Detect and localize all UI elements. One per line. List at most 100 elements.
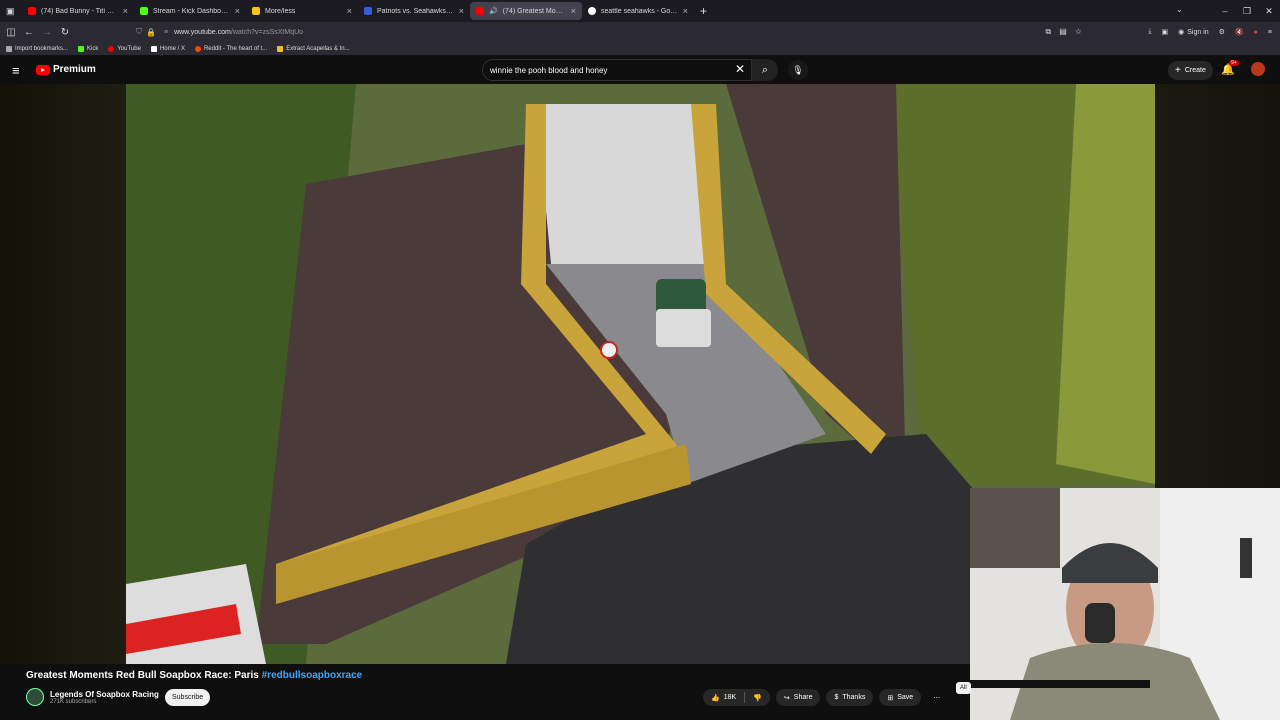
webcam-image: [970, 488, 1280, 720]
bookmark-item[interactable]: Kick: [78, 45, 98, 52]
menu-icon[interactable]: ≡: [1268, 29, 1272, 36]
more-actions-button[interactable]: ⋯: [927, 689, 946, 706]
browser-tab-strip: ▣ (74) Bad Bunny - Tití Me Pregu× Stream…: [0, 0, 1280, 22]
bookmark-icon: ⊞: [887, 694, 894, 702]
close-icon[interactable]: ×: [123, 6, 128, 16]
microphone-icon: 🎙: [792, 64, 804, 75]
close-icon[interactable]: ×: [683, 6, 688, 16]
browser-tab[interactable]: (74) Bad Bunny - Tití Me Pregu×: [22, 0, 134, 22]
thumbs-up-icon: 👍: [711, 694, 720, 702]
hashtag-link[interactable]: #redbullsoapboxrace: [262, 670, 363, 681]
thumbs-down-icon: 👎: [753, 694, 762, 702]
bookmarks-bar: Import bookmarks... Kick YouTube Home / …: [0, 42, 1280, 56]
share-button[interactable]: ↪ Share: [775, 689, 821, 706]
lock-icon: 🔒: [146, 27, 156, 37]
avatar[interactable]: [1251, 62, 1265, 76]
reader-icon[interactable]: ▤: [1059, 27, 1067, 37]
kick-icon: [78, 45, 85, 52]
save-button[interactable]: ⊞ Save: [879, 689, 922, 706]
bookmark-item[interactable]: Import bookmarks...: [6, 45, 68, 52]
toolbar-right: ⤓ ▣ ◉ Sign in ⚙ 🔇 ● ≡: [1148, 22, 1272, 42]
x-icon: [150, 45, 157, 52]
divider: [744, 692, 746, 703]
reload-button[interactable]: ↻: [56, 27, 74, 38]
close-icon[interactable]: ×: [571, 6, 576, 16]
address-bar[interactable]: ⛉ 🔒 ≡ www.youtube.com/watch?v=zsSsXtMqUo…: [132, 24, 1092, 40]
bookmark-item[interactable]: Home / X: [150, 45, 185, 52]
pip-icon[interactable]: ⧉: [1046, 27, 1052, 37]
browser-tab[interactable]: Stream - Kick Dashboard ×: [134, 0, 246, 22]
tab-overview-icon[interactable]: ▣: [0, 0, 22, 22]
youtube-logo-icon: [36, 64, 50, 75]
restore-button[interactable]: ❐: [1236, 0, 1258, 22]
hamburger-menu-icon[interactable]: ≡: [12, 63, 20, 78]
search-button[interactable]: ⌕: [752, 59, 778, 81]
kick-icon: [140, 7, 148, 15]
window-close-button[interactable]: ✕: [1258, 0, 1280, 22]
like-dislike-group: 👍 18K 👎: [703, 689, 770, 706]
google-icon: [588, 7, 596, 15]
close-icon[interactable]: ×: [347, 6, 352, 16]
create-button[interactable]: + Create: [1168, 61, 1213, 80]
channel-name[interactable]: Legends Of Soapbox Racing: [50, 690, 159, 699]
speaker-icon: 🔊: [489, 8, 498, 15]
url-path: /watch?v=zsSsXtMqUo: [230, 28, 304, 36]
channel-info: Legends Of Soapbox Racing 271K subscribe…: [26, 688, 159, 706]
youtube-icon: [108, 45, 115, 52]
video-actions: 👍 18K 👎 ↪ Share $ Thanks ⊞ Save ⋯: [703, 689, 946, 706]
back-button[interactable]: ←: [20, 27, 38, 38]
bookmark-star-icon[interactable]: ☆: [1075, 27, 1082, 37]
page-icon: [252, 7, 260, 15]
close-icon[interactable]: ×: [235, 6, 240, 16]
profile-icon[interactable]: ●: [1254, 29, 1258, 36]
page-icon: [364, 7, 372, 15]
thanks-icon: $: [834, 694, 839, 701]
notification-count-badge: 9+: [1229, 60, 1239, 66]
subscriber-count: 271K subscribers: [50, 698, 97, 705]
video-title: Greatest Moments Red Bull Soapbox Race: …: [26, 670, 363, 681]
window-controls: – ❐ ✕: [1214, 0, 1280, 22]
youtube-header: ≡ Premium winnie the pooh blood and hone…: [0, 57, 1280, 84]
bookmark-item[interactable]: Reddit - The heart of t...: [194, 45, 267, 52]
browser-tab[interactable]: seattle seahawks - Google Sear×: [582, 0, 694, 22]
mute-icon[interactable]: 🔇: [1235, 28, 1244, 36]
forward-button[interactable]: →: [38, 27, 56, 38]
bookmark-item[interactable]: YouTube: [108, 45, 141, 52]
puzzle-icon[interactable]: ⚙: [1219, 28, 1225, 36]
youtube-icon: [28, 7, 36, 15]
account-icon: ◉: [1178, 29, 1185, 36]
share-icon: ↪: [783, 694, 790, 702]
account-button[interactable]: ◉ Sign in: [1178, 28, 1209, 37]
tune-icon: ≡: [163, 28, 169, 36]
thanks-button[interactable]: $ Thanks: [826, 689, 874, 706]
list-tabs-icon[interactable]: ⌄: [1176, 5, 1183, 14]
shield-icon: ⛉: [136, 27, 142, 36]
bookmark-item[interactable]: Extract Acapellas & In...: [277, 45, 350, 52]
youtube-premium-logo[interactable]: Premium: [36, 64, 96, 75]
webcam-overlay: [970, 488, 1280, 720]
search-icon: ⌕: [761, 63, 769, 76]
search-input[interactable]: winnie the pooh blood and honey ✕: [482, 59, 752, 81]
clear-search-icon[interactable]: ✕: [735, 62, 745, 76]
like-button[interactable]: 👍 18K: [711, 694, 736, 702]
url-host: www.youtube.com: [174, 28, 231, 36]
close-icon[interactable]: ×: [459, 6, 464, 16]
download-icon[interactable]: ⤓: [1148, 28, 1151, 36]
dislike-button[interactable]: 👎: [753, 694, 770, 702]
more-icon: ⋯: [933, 694, 941, 702]
subscribe-button[interactable]: Subscribe: [165, 689, 211, 706]
browser-tab[interactable]: Patriots vs. Seahawks Odds & P×: [358, 0, 470, 22]
new-tab-button[interactable]: +: [700, 4, 707, 18]
browser-tab[interactable]: More/less ×: [246, 0, 358, 22]
channel-avatar[interactable]: [26, 688, 44, 706]
voice-search-button[interactable]: 🎙: [788, 60, 808, 80]
minimize-button[interactable]: –: [1214, 0, 1236, 22]
plus-icon: +: [1175, 65, 1181, 76]
browser-navbar: ◫ ← → ↻ ⛉ 🔒 ≡ www.youtube.com/watch?v=zs…: [0, 22, 1280, 42]
browser-tab-active[interactable]: 🔊(74) Greatest Moments Red×: [470, 2, 582, 20]
import-icon: [6, 45, 12, 52]
folder-icon: [277, 45, 284, 52]
sidebar-icon[interactable]: ◫: [2, 27, 20, 38]
extensions-icon[interactable]: ▣: [1162, 28, 1169, 36]
filter-chip-all[interactable]: All: [956, 682, 971, 694]
